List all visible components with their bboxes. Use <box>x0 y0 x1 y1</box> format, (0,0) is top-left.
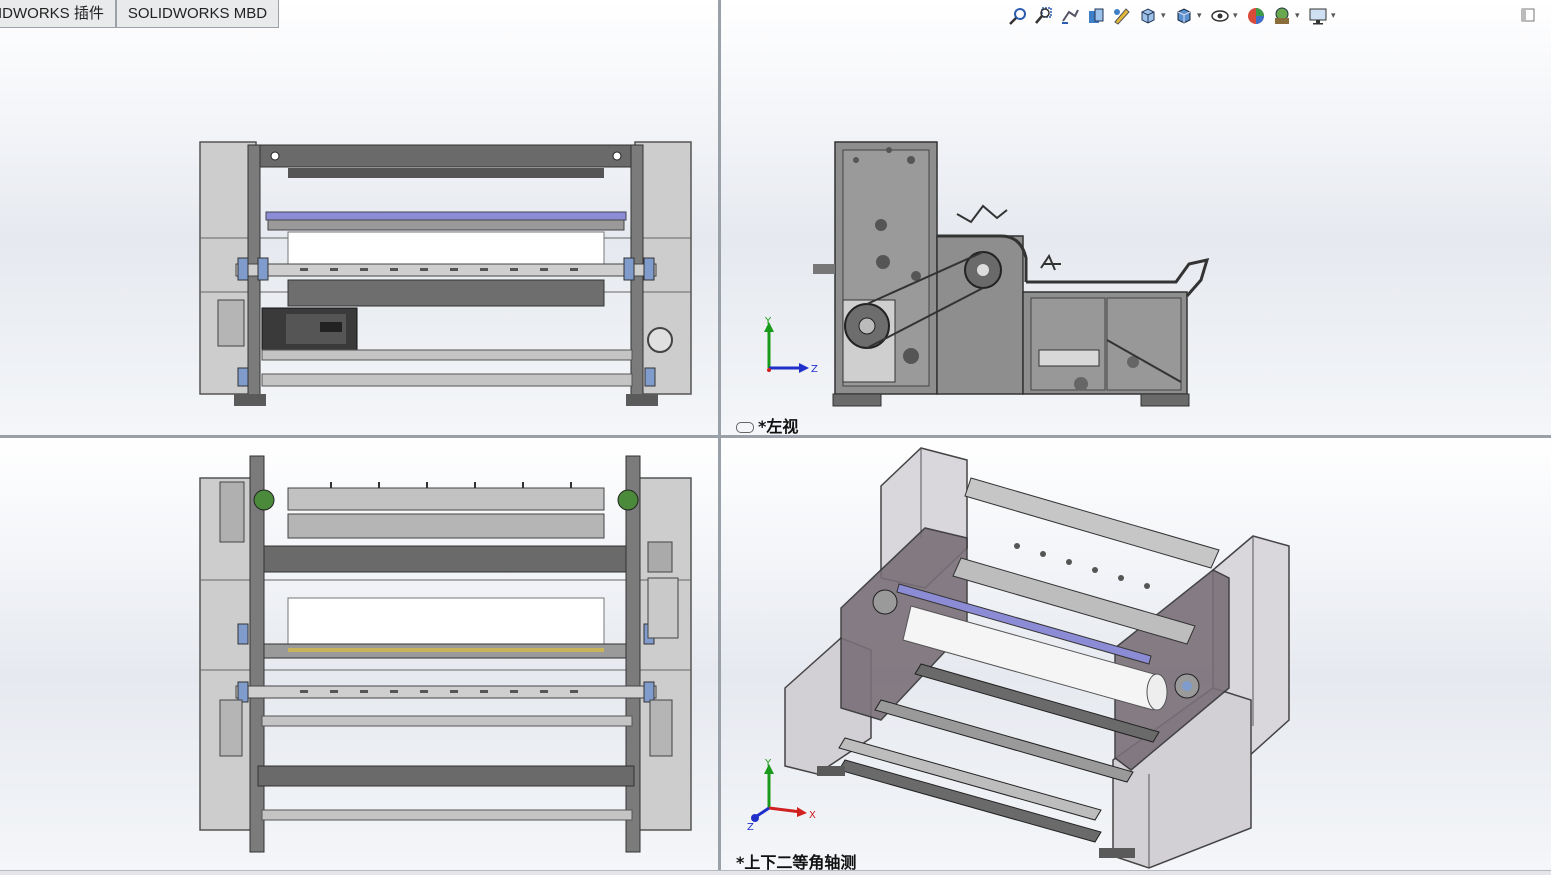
ribbon-tabs: IDWORKS 插件 SOLIDWORKS MBD <box>0 0 280 28</box>
viewport-front[interactable]: IDWORKS 插件 SOLIDWORKS MBD <box>0 0 718 435</box>
triad-z-label: Z <box>811 364 818 375</box>
triad-y-label: Y <box>764 316 772 327</box>
triad-y-label: Y <box>764 758 772 769</box>
tab-mbd[interactable]: SOLIDWORKS MBD <box>115 0 280 28</box>
view-triad: Y X Z <box>747 758 816 832</box>
viewport-isometric[interactable]: Y X Z *上下二等角轴测 <box>721 438 1551 870</box>
triad-x-label: X <box>809 810 816 821</box>
model-left-view <box>813 141 1210 407</box>
viewport-splitter-horizontal[interactable] <box>0 435 1551 438</box>
link-icon <box>736 422 754 433</box>
viewport-left[interactable]: ▾ ▾ ▾ ▾ ▾ Y Z *左视 <box>721 0 1551 435</box>
view-label-left: *左视 <box>736 413 798 435</box>
view-triad: Y Z <box>764 316 818 375</box>
triad-z-label: Z <box>747 822 754 832</box>
model-top-view <box>199 455 692 853</box>
model-isometric-view <box>784 447 1290 869</box>
view-label-isometric: *上下二等角轴测 <box>736 853 857 870</box>
viewport-top[interactable] <box>0 438 718 870</box>
status-strip <box>0 870 1551 875</box>
tab-plugins[interactable]: IDWORKS 插件 <box>0 0 116 28</box>
model-front-view <box>199 141 692 406</box>
